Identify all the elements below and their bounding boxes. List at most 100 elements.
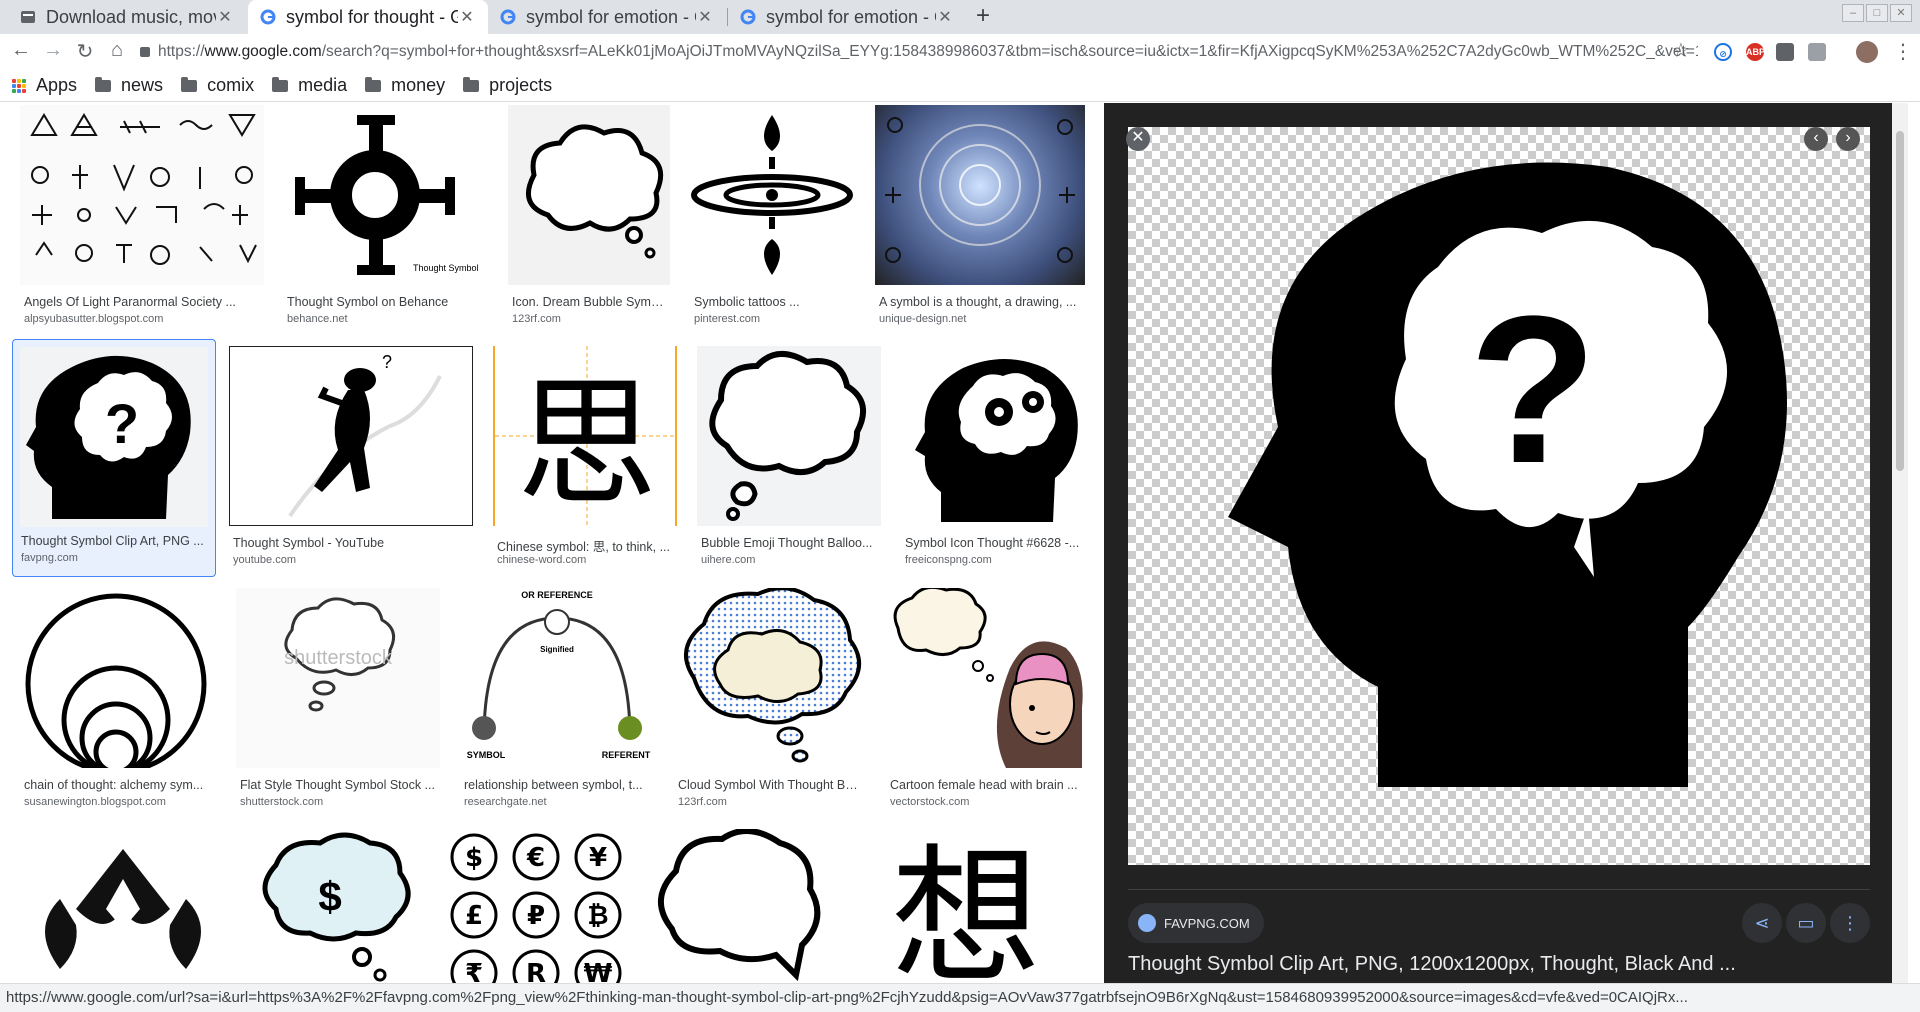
extension-icon[interactable] bbox=[1808, 43, 1826, 61]
result-thumbnail[interactable]: ? bbox=[229, 346, 473, 526]
result-card[interactable]: chain of thought: alchemy sym... susanew… bbox=[20, 588, 216, 808]
minimize-icon[interactable]: – bbox=[1842, 4, 1864, 22]
result-thumbnail[interactable] bbox=[20, 105, 264, 285]
result-thumbnail[interactable] bbox=[697, 346, 881, 526]
result-thumbnail[interactable]: Thought Symbol bbox=[283, 105, 488, 285]
scrollbar-thumb[interactable] bbox=[1896, 131, 1904, 471]
source-chip[interactable]: FAVPNG.COM bbox=[1128, 903, 1264, 943]
chinese-character-image: 思 bbox=[495, 346, 675, 526]
bookmark-projects[interactable]: projects bbox=[463, 75, 552, 96]
close-icon[interactable]: ✕ bbox=[458, 7, 476, 27]
result-thumbnail[interactable] bbox=[690, 105, 855, 285]
close-preview-icon[interactable]: ✕ bbox=[1126, 127, 1150, 151]
result-card[interactable]: Symbol Icon Thought #6628 -... freeicons… bbox=[901, 346, 1085, 566]
result-card-selected[interactable]: ? Thought Symbol Clip Art, PNG ... favpn… bbox=[12, 339, 216, 577]
apps-grid-icon bbox=[12, 78, 26, 93]
result-thumbnail[interactable] bbox=[20, 588, 216, 768]
result-source: shutterstock.com bbox=[240, 796, 324, 808]
result-card[interactable]: Bubble Emoji Thought Balloo... uihere.co… bbox=[697, 346, 881, 566]
result-thumbnail[interactable] bbox=[901, 346, 1085, 526]
result-card[interactable]: Cartoon female head with brain ... vecto… bbox=[886, 588, 1085, 808]
bookmarks-bar: Apps news comix media money projects bbox=[0, 70, 1920, 102]
preview-title[interactable]: Thought Symbol Clip Art, PNG, 1200x1200p… bbox=[1128, 953, 1868, 976]
result-card[interactable]: A symbol is a thought, a drawing, ... un… bbox=[875, 105, 1085, 325]
result-thumbnail[interactable]: 思 bbox=[493, 346, 677, 526]
result-source: youtube.com bbox=[233, 554, 296, 566]
result-caption: Thought Symbol - YouTube bbox=[233, 536, 385, 550]
bookmark-apps[interactable]: Apps bbox=[12, 75, 77, 96]
address-bar[interactable]: https://www.google.com/search?q=symbol+f… bbox=[140, 38, 1698, 66]
tab-symbol-for-emotion-1[interactable]: symbol for emotion - G ✕ bbox=[488, 0, 726, 34]
tab-symbol-for-thought[interactable]: symbol for thought - G ✕ bbox=[248, 0, 488, 34]
result-thumbnail[interactable] bbox=[875, 105, 1085, 285]
bookmark-comix[interactable]: comix bbox=[181, 75, 254, 96]
result-card[interactable]: $ € ¥ £ ₽ ₿ ₹ R ₩ bbox=[444, 829, 628, 983]
result-card[interactable]: Symbolic tattoos ... pinterest.com bbox=[690, 105, 855, 325]
avatar[interactable] bbox=[1856, 41, 1878, 63]
tab-symbol-for-emotion-2[interactable]: symbol for emotion - G ✕ bbox=[728, 0, 966, 34]
next-image-icon[interactable]: › bbox=[1836, 127, 1860, 151]
bookmark-media[interactable]: media bbox=[272, 75, 347, 96]
blocker-extension-icon[interactable]: ⊘ bbox=[1714, 43, 1732, 61]
result-card[interactable] bbox=[20, 829, 226, 983]
result-card[interactable]: OR REFERENCE Signified SYMBOL REFERENT r… bbox=[460, 588, 654, 808]
result-card[interactable]: 想 bbox=[846, 829, 1085, 983]
svg-text:¥: ¥ bbox=[589, 843, 607, 873]
result-card[interactable]: Angels Of Light Paranormal Society ... a… bbox=[20, 105, 264, 325]
home-icon[interactable]: ⌂ bbox=[104, 39, 130, 62]
result-thumbnail[interactable]: shutterstock bbox=[236, 588, 440, 768]
result-card[interactable]: Icon. Dream Bubble Symb... 123rf.com bbox=[508, 105, 670, 325]
adblock-plus-icon[interactable]: ABP bbox=[1746, 43, 1765, 61]
page-scrollbar[interactable] bbox=[1892, 103, 1908, 983]
tab-download-music[interactable]: Download music, movi ✕ bbox=[8, 0, 246, 34]
result-thumbnail[interactable] bbox=[20, 829, 226, 983]
result-thumbnail[interactable]: OR REFERENCE Signified SYMBOL REFERENT bbox=[460, 588, 654, 768]
menu-dots-icon[interactable]: ⋮ bbox=[1890, 39, 1916, 64]
new-tab-plus-icon[interactable]: + bbox=[976, 2, 990, 30]
result-thumbnail[interactable] bbox=[886, 588, 1085, 768]
currency-bubbles-image: $ € ¥ £ ₽ ₿ ₹ R ₩ bbox=[450, 833, 622, 983]
result-thumbnail[interactable] bbox=[648, 829, 826, 983]
result-card[interactable]: Cloud Symbol With Thought Bu... 123rf.co… bbox=[674, 588, 866, 808]
preview-image[interactable]: ? bbox=[1128, 127, 1870, 865]
bookmark-money[interactable]: money bbox=[365, 75, 445, 96]
result-card[interactable]: shutterstock Flat Style Thought Symbol S… bbox=[236, 588, 440, 808]
result-thumbnail[interactable]: 想 bbox=[846, 829, 1085, 983]
result-thumbnail[interactable] bbox=[508, 105, 670, 285]
bookmark-star-icon[interactable]: ☆ bbox=[1668, 38, 1694, 63]
maximize-icon[interactable]: □ bbox=[1866, 4, 1888, 22]
result-thumbnail[interactable]: $ bbox=[246, 829, 424, 983]
result-card[interactable]: 思 Chinese symbol: 思, to think, ... chine… bbox=[493, 346, 677, 566]
result-card[interactable] bbox=[648, 829, 826, 983]
cloud-dots-image bbox=[684, 588, 861, 763]
tab-title: symbol for emotion - G bbox=[766, 6, 936, 27]
camera-icon[interactable] bbox=[1776, 43, 1794, 61]
close-icon[interactable]: ✕ bbox=[216, 7, 234, 27]
result-thumbnail[interactable]: ? bbox=[20, 347, 208, 527]
share-icon[interactable]: ⋖ bbox=[1742, 903, 1782, 943]
cross-circle-image: Thought Symbol bbox=[295, 115, 479, 275]
more-options-icon[interactable]: ⋮ bbox=[1830, 903, 1870, 943]
result-caption: Thought Symbol Clip Art, PNG ... bbox=[21, 534, 204, 548]
back-arrow-icon[interactable]: ← bbox=[8, 39, 34, 62]
folder-icon bbox=[365, 76, 382, 92]
result-card[interactable]: Thought Symbol Thought Symbol on Behance… bbox=[283, 105, 488, 325]
result-source: pinterest.com bbox=[694, 313, 761, 325]
previous-image-icon[interactable]: ‹ bbox=[1804, 127, 1828, 151]
svg-text:£: £ bbox=[465, 901, 483, 931]
bookmark-news[interactable]: news bbox=[95, 75, 163, 96]
close-icon[interactable]: ✕ bbox=[696, 7, 714, 27]
save-bookmark-icon[interactable]: ▭ bbox=[1786, 903, 1826, 943]
result-caption: Angels Of Light Paranormal Society ... bbox=[24, 295, 236, 309]
result-card[interactable]: ? Thought Symbol - YouTube youtube.com bbox=[229, 346, 473, 566]
result-thumbnail[interactable]: $ € ¥ £ ₽ ₿ ₹ R ₩ bbox=[444, 829, 628, 983]
result-caption: Cloud Symbol With Thought Bu... bbox=[678, 778, 862, 792]
close-icon[interactable]: ✕ bbox=[936, 7, 954, 27]
result-card[interactable]: $ bbox=[246, 829, 424, 983]
window-close-icon[interactable]: ✕ bbox=[1890, 4, 1912, 22]
result-source: vectorstock.com bbox=[890, 796, 970, 808]
result-thumbnail[interactable] bbox=[674, 588, 866, 768]
forward-arrow-icon[interactable]: → bbox=[40, 39, 66, 62]
bookmark-label: news bbox=[121, 75, 164, 95]
reload-icon[interactable]: ↻ bbox=[72, 39, 98, 64]
